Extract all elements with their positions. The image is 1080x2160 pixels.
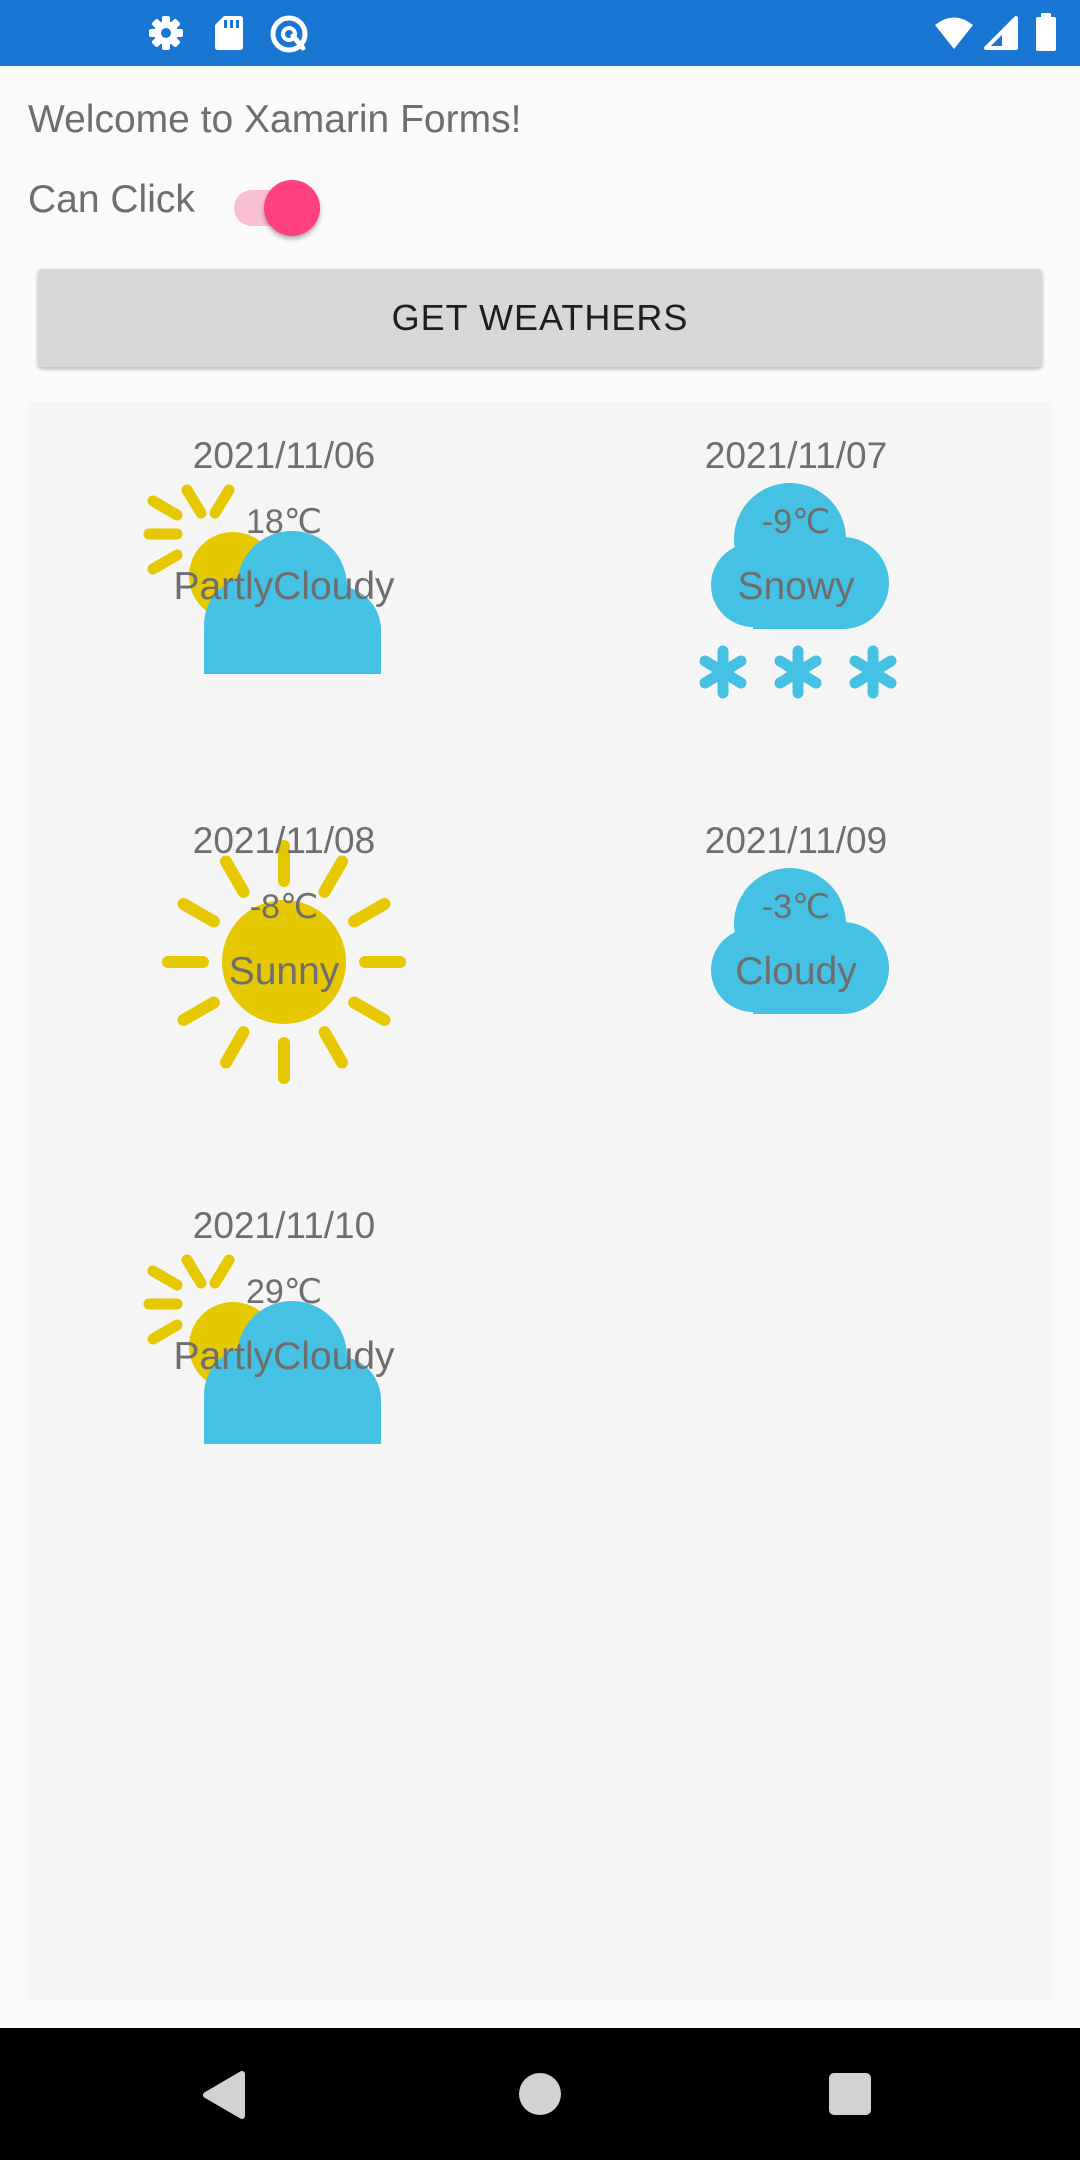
weather-item[interactable]: 2021/11/07 -9℃ Snowy — [540, 402, 1052, 787]
weather-condition: PartlyCloudy — [173, 565, 395, 608]
weather-date: 2021/11/09 — [704, 820, 888, 861]
weather-condition: Snowy — [737, 565, 855, 608]
weather-temperature: -3℃ — [761, 888, 831, 926]
weather-item[interactable]: 2021/11/10 29℃ PartlyCloudy — [28, 1172, 540, 1557]
back-icon[interactable] — [200, 2070, 246, 2120]
main-content: Welcome to Xamarin Forms! Can Click GET … — [0, 66, 1080, 2028]
gear-icon — [149, 16, 183, 50]
weather-temperature: 18℃ — [245, 503, 322, 541]
status-bar — [0, 0, 1080, 66]
sd-card-icon — [215, 16, 243, 50]
can-click-switch[interactable] — [232, 172, 324, 236]
navigation-bar — [0, 2028, 1080, 2160]
weather-date: 2021/11/07 — [704, 435, 888, 476]
weather-item[interactable]: 2021/11/06 18℃ PartlyCloudy — [28, 402, 540, 787]
weather-temperature: -8℃ — [249, 888, 319, 926]
battery-icon — [1036, 13, 1056, 51]
welcome-text: Welcome to Xamarin Forms! — [28, 98, 522, 141]
weather-date: 2021/11/06 — [192, 435, 376, 476]
weather-list[interactable]: 2021/11/06 18℃ PartlyCloudy 2021/11/07 -… — [28, 402, 1052, 2000]
weather-condition: Sunny — [228, 950, 340, 993]
weather-temperature: 29℃ — [245, 1273, 322, 1311]
weather-date: 2021/11/10 — [192, 1205, 376, 1246]
weather-item[interactable]: 2021/11/08 -8℃ Sunny — [28, 787, 540, 1172]
switch-thumb — [264, 180, 320, 236]
wifi-icon — [935, 17, 973, 49]
home-icon[interactable] — [518, 2072, 562, 2116]
get-weathers-button[interactable]: GET WEATHERS — [38, 269, 1042, 367]
weather-temperature: -9℃ — [761, 503, 831, 541]
recents-icon[interactable] — [828, 2072, 872, 2116]
weather-date: 2021/11/08 — [192, 820, 376, 861]
weather-condition: Cloudy — [735, 950, 857, 993]
weather-condition: PartlyCloudy — [173, 1335, 395, 1378]
can-click-label: Can Click — [28, 178, 195, 221]
at-sign-icon — [270, 15, 308, 53]
weather-item[interactable]: 2021/11/09 -3℃ Cloudy — [540, 787, 1052, 1172]
signal-icon — [984, 16, 1018, 50]
